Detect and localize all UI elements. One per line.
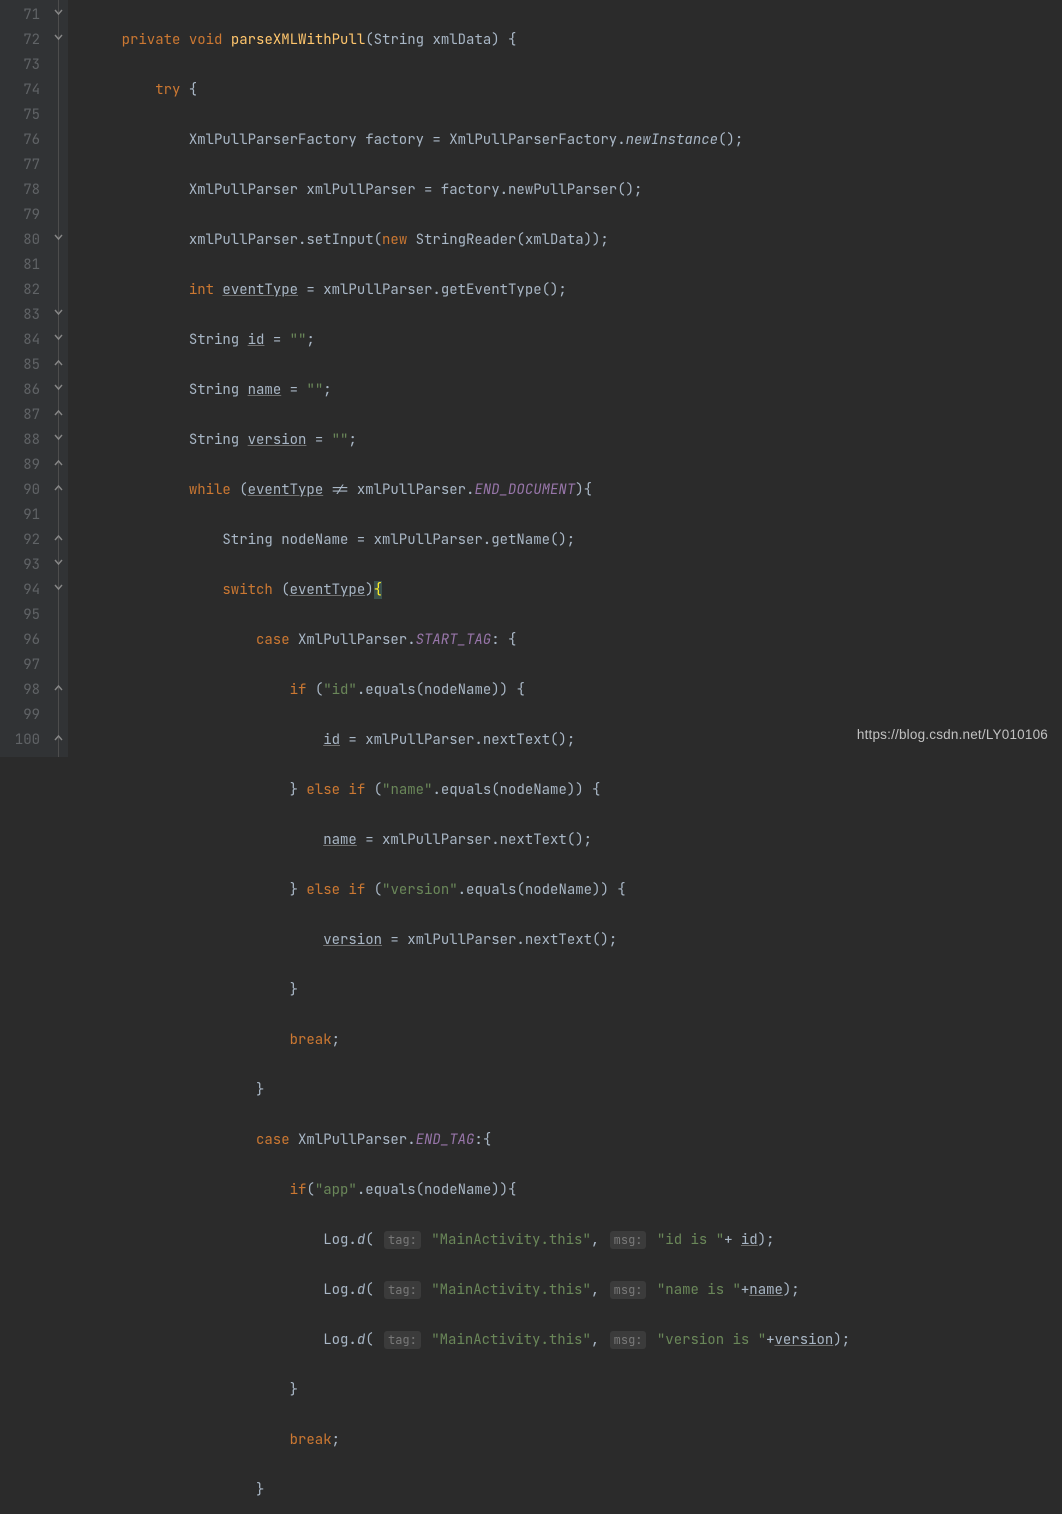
line-number[interactable]: 79 [0,203,40,228]
fold-open-icon[interactable] [54,308,63,317]
fold-close-icon[interactable] [54,483,63,492]
code-line[interactable]: version = xmlPullParser.nextText(); [88,928,1062,953]
param-hint: tag: [384,1331,421,1349]
code-line[interactable]: XmlPullParser xmlPullParser = factory.ne… [88,178,1062,203]
line-number[interactable]: 86 [0,378,40,403]
line-number[interactable]: 75 [0,103,40,128]
code-line[interactable]: break; [88,1028,1062,1053]
line-number[interactable]: 72 [0,28,40,53]
code-line[interactable]: Log.d( tag: "MainActivity.this", msg: "n… [88,1278,1062,1303]
line-number[interactable]: 89 [0,453,40,478]
line-number[interactable]: 81 [0,253,40,278]
param-hint: msg: [610,1231,647,1249]
fold-open-icon[interactable] [54,433,63,442]
code-line[interactable]: xmlPullParser.setInput(new StringReader(… [88,228,1062,253]
line-number[interactable]: 92 [0,528,40,553]
line-number[interactable]: 93 [0,553,40,578]
param-hint: tag: [384,1281,421,1299]
line-number[interactable]: 83 [0,303,40,328]
line-number[interactable]: 97 [0,653,40,678]
fold-close-icon[interactable] [54,358,63,367]
line-number[interactable]: 98 [0,678,40,703]
line-number[interactable]: 91 [0,503,40,528]
line-number[interactable]: 80 [0,228,40,253]
param-hint: msg: [610,1331,647,1349]
line-number-gutter[interactable]: 7172737475767778798081828384858687888990… [0,0,50,757]
line-number[interactable]: 100 [0,728,40,753]
code-line[interactable]: case XmlPullParser.END_TAG:{ [88,1128,1062,1153]
line-number[interactable]: 78 [0,178,40,203]
param-hint: msg: [610,1281,647,1299]
line-number[interactable]: 99 [0,703,40,728]
fold-open-icon[interactable] [54,558,63,567]
code-line[interactable]: String nodeName = xmlPullParser.getName(… [88,528,1062,553]
fold-close-icon[interactable] [54,458,63,467]
fold-open-icon[interactable] [54,333,63,342]
code-line[interactable]: } [88,1478,1062,1503]
watermark-text: https://blog.csdn.net/LY010106 [857,722,1048,747]
line-number[interactable]: 76 [0,128,40,153]
line-number[interactable]: 94 [0,578,40,603]
code-line[interactable]: int eventType = xmlPullParser.getEventTy… [88,278,1062,303]
code-line[interactable]: name = xmlPullParser.nextText(); [88,828,1062,853]
line-number[interactable]: 74 [0,78,40,103]
code-line[interactable]: Log.d( tag: "MainActivity.this", msg: "v… [88,1328,1062,1353]
code-line[interactable]: switch (eventType){ [88,578,1062,603]
line-number[interactable]: 87 [0,403,40,428]
code-area[interactable]: private void parseXMLWithPull(String xml… [68,0,1062,757]
code-line[interactable]: } else if ("name".equals(nodeName)) { [88,778,1062,803]
fold-open-icon[interactable] [54,8,63,17]
fold-open-icon[interactable] [54,383,63,392]
code-line[interactable]: while (eventType != xmlPullParser.END_DO… [88,478,1062,503]
fold-close-icon[interactable] [54,533,63,542]
code-line[interactable]: XmlPullParserFactory factory = XmlPullPa… [88,128,1062,153]
line-number[interactable]: 85 [0,353,40,378]
fold-open-icon[interactable] [54,583,63,592]
line-number[interactable]: 84 [0,328,40,353]
code-line[interactable]: } [88,1378,1062,1403]
fold-gutter[interactable] [50,0,68,757]
code-line[interactable]: String id = ""; [88,328,1062,353]
line-number[interactable]: 71 [0,3,40,28]
fold-close-icon[interactable] [54,733,63,742]
line-number[interactable]: 95 [0,603,40,628]
code-line[interactable]: } else if ("version".equals(nodeName)) { [88,878,1062,903]
line-number[interactable]: 88 [0,428,40,453]
code-line[interactable]: private void parseXMLWithPull(String xml… [88,28,1062,53]
code-line[interactable]: if("app".equals(nodeName)){ [88,1178,1062,1203]
code-line[interactable]: } [88,978,1062,1003]
code-line[interactable]: } [88,1078,1062,1103]
line-number[interactable]: 90 [0,478,40,503]
code-line[interactable]: try { [88,78,1062,103]
fold-close-icon[interactable] [54,683,63,692]
param-hint: tag: [384,1231,421,1249]
fold-open-icon[interactable] [54,233,63,242]
code-line[interactable]: if ("id".equals(nodeName)) { [88,678,1062,703]
code-line[interactable]: case XmlPullParser.START_TAG: { [88,628,1062,653]
code-line[interactable]: String version = ""; [88,428,1062,453]
line-number[interactable]: 96 [0,628,40,653]
fold-close-icon[interactable] [54,408,63,417]
line-number[interactable]: 77 [0,153,40,178]
code-editor: 7172737475767778798081828384858687888990… [0,0,1062,757]
line-number[interactable]: 82 [0,278,40,303]
code-line[interactable]: break; [88,1428,1062,1453]
fold-open-icon[interactable] [54,33,63,42]
code-line[interactable]: String name = ""; [88,378,1062,403]
code-line[interactable]: Log.d( tag: "MainActivity.this", msg: "i… [88,1228,1062,1253]
line-number[interactable]: 73 [0,53,40,78]
